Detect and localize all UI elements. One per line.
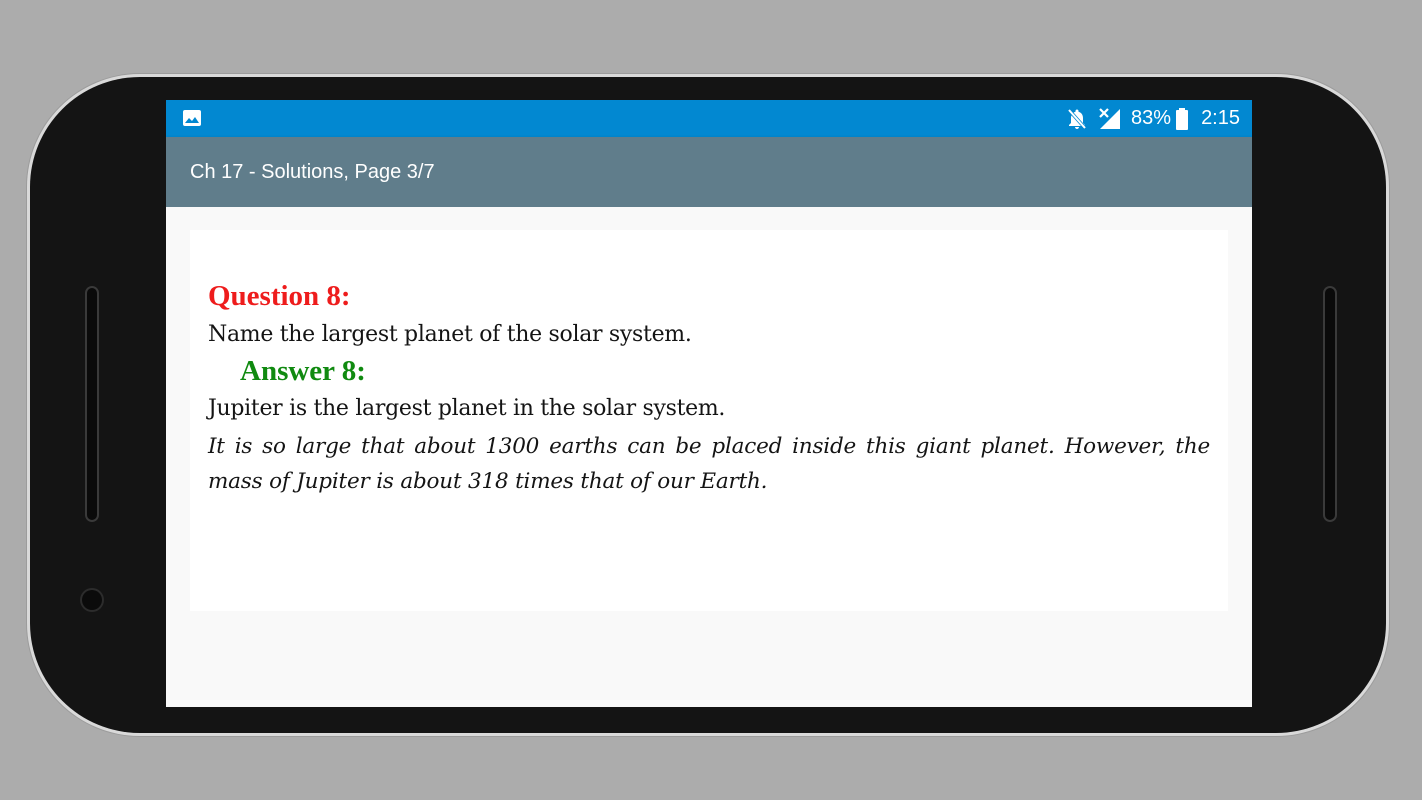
device-screen: 83% 2:15 Ch 17 - Solutions, Page 3/7 Que… <box>166 100 1252 707</box>
page-title: Ch 17 - Solutions, Page 3/7 <box>190 161 435 183</box>
no-signal-icon <box>1099 107 1121 129</box>
status-bar: 83% 2:15 <box>166 100 1252 137</box>
question-heading: Question 8: <box>208 280 351 312</box>
notifications-off-icon <box>1067 108 1087 129</box>
front-camera <box>82 590 102 610</box>
image-icon <box>183 110 201 126</box>
battery-percent: 83% <box>1131 107 1172 129</box>
app-bar: Ch 17 - Solutions, Page 3/7 <box>166 137 1252 207</box>
answer-heading: Answer 8: <box>240 355 366 387</box>
question-text: Name the largest planet of the solar sys… <box>208 322 692 347</box>
status-icons: 83% 2:15 <box>1067 100 1240 137</box>
left-speaker-grille <box>85 286 99 522</box>
answer-text: Jupiter is the largest planet in the sol… <box>208 396 726 421</box>
answer-detail: It is so large that about 1300 earths ca… <box>208 434 1210 494</box>
document-viewer[interactable]: Question 8: Name the largest planet of t… <box>166 207 1252 707</box>
document-page[interactable]: Question 8: Name the largest planet of t… <box>190 230 1228 611</box>
clock: 2:15 <box>1201 107 1240 129</box>
battery-icon <box>1176 107 1189 130</box>
right-speaker-grille <box>1323 286 1337 522</box>
